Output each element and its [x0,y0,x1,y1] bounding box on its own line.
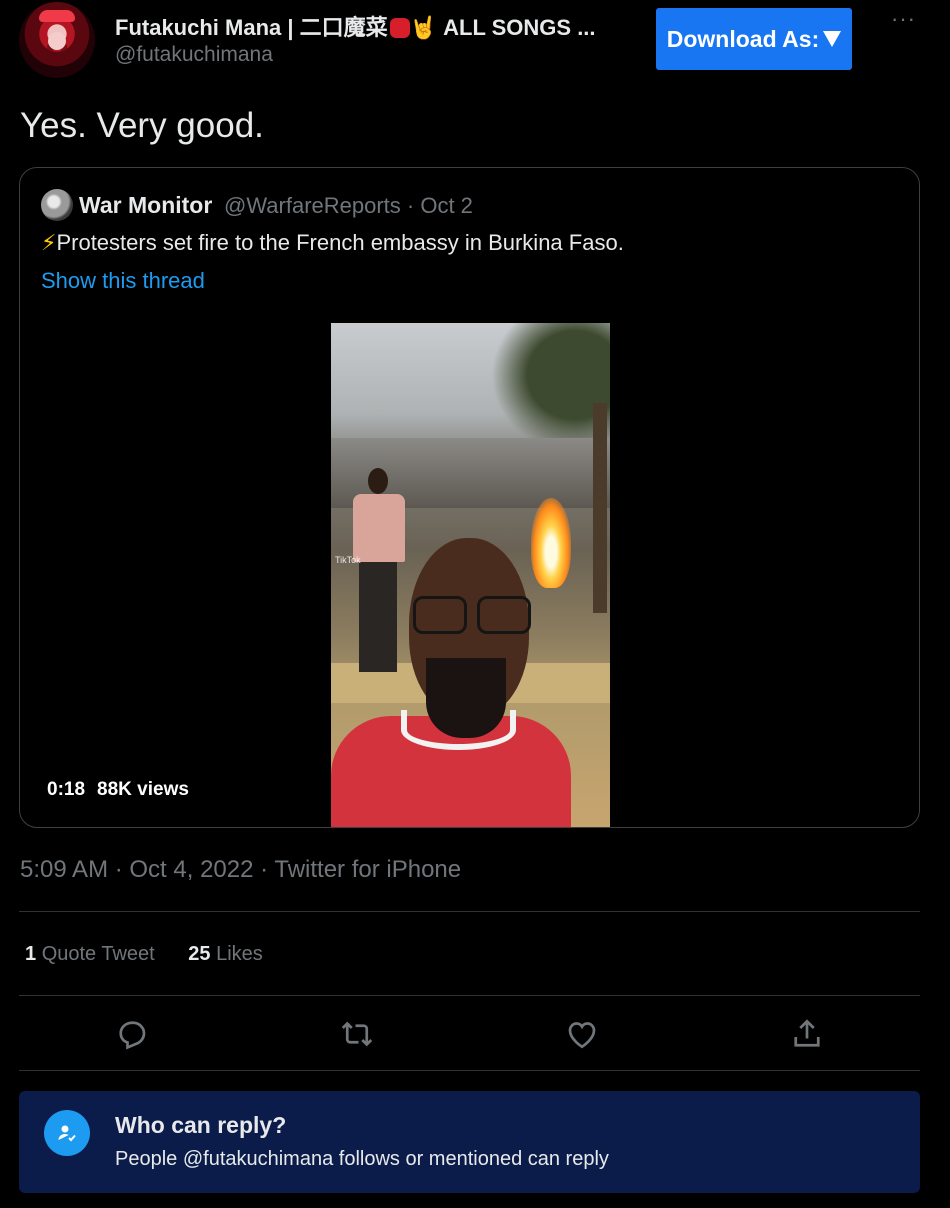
download-as-label: Download As: [666,25,820,52]
share-icon[interactable] [789,1016,825,1052]
video-man-selfie [331,538,610,827]
quoted-tweet-text: ⚡Protesters set fire to the French embas… [41,230,624,256]
video-meta: 0:18 88K views [47,779,189,801]
author-handle[interactable]: @futakuchimana [115,43,273,67]
author-name-text: Futakuchi Mana | 二口魔菜 [115,15,388,40]
reply-icon[interactable] [114,1016,150,1052]
author-avatar[interactable] [19,2,95,78]
quoted-text-body: Protesters set fire to the French embass… [56,230,624,255]
quote-tweets-stat[interactable]: 1 Quote Tweet [25,943,155,965]
video-duration: 0:18 [47,779,86,800]
retweet-icon[interactable] [339,1016,375,1052]
who-can-reply-description: People @futakuchimana follows or mention… [115,1148,609,1170]
quoted-author-handle-date: @WarfareReports · Oct 2 [224,193,473,218]
user-check-icon [44,1110,90,1156]
download-as-button[interactable]: Download As: [656,8,852,70]
divider [19,995,920,996]
like-label: Likes [216,943,263,965]
show-thread-link[interactable]: Show this thread [41,268,205,294]
author-name-suffix: 🤘 ALL SONGS ... [409,15,596,40]
lightning-icon: ⚡ [41,230,57,255]
likes-stat[interactable]: 25 Likes [188,943,263,965]
quoted-tweet[interactable]: War Monitor @WarfareReports · Oct 2 ⚡Pro… [19,167,920,828]
video-views: 88K views [97,779,189,800]
caret-down-icon [823,31,842,47]
stop-sign-icon [389,18,410,38]
tweet-header: Futakuchi Mana | 二口魔菜 🤘 ALL SONGS ... @fu… [0,0,950,90]
quote-label: Quote Tweet [41,943,155,965]
divider [19,1070,920,1071]
who-can-reply-title: Who can reply? [115,1112,287,1138]
quoted-author-avatar [41,189,73,221]
divider [19,911,920,912]
quoted-author-name: War Monitor [79,192,213,218]
tweet-timestamp[interactable]: 5:09 AM · Oct 4, 2022 · Twitter for iPho… [20,856,461,884]
video-thumbnail[interactable]: TikTok [331,323,610,827]
more-options-icon[interactable]: ··· [891,8,916,30]
quote-count: 1 [25,943,37,965]
author-name[interactable]: Futakuchi Mana | 二口魔菜 🤘 ALL SONGS ... [115,10,596,42]
who-can-reply-box: Who can reply? People @futakuchimana fol… [19,1091,920,1193]
tweet-stats: 1 Quote Tweet 25 Likes [25,943,263,966]
like-icon[interactable] [564,1016,600,1052]
tweet-text: Yes. Very good. [20,106,264,145]
like-count: 25 [188,943,211,965]
